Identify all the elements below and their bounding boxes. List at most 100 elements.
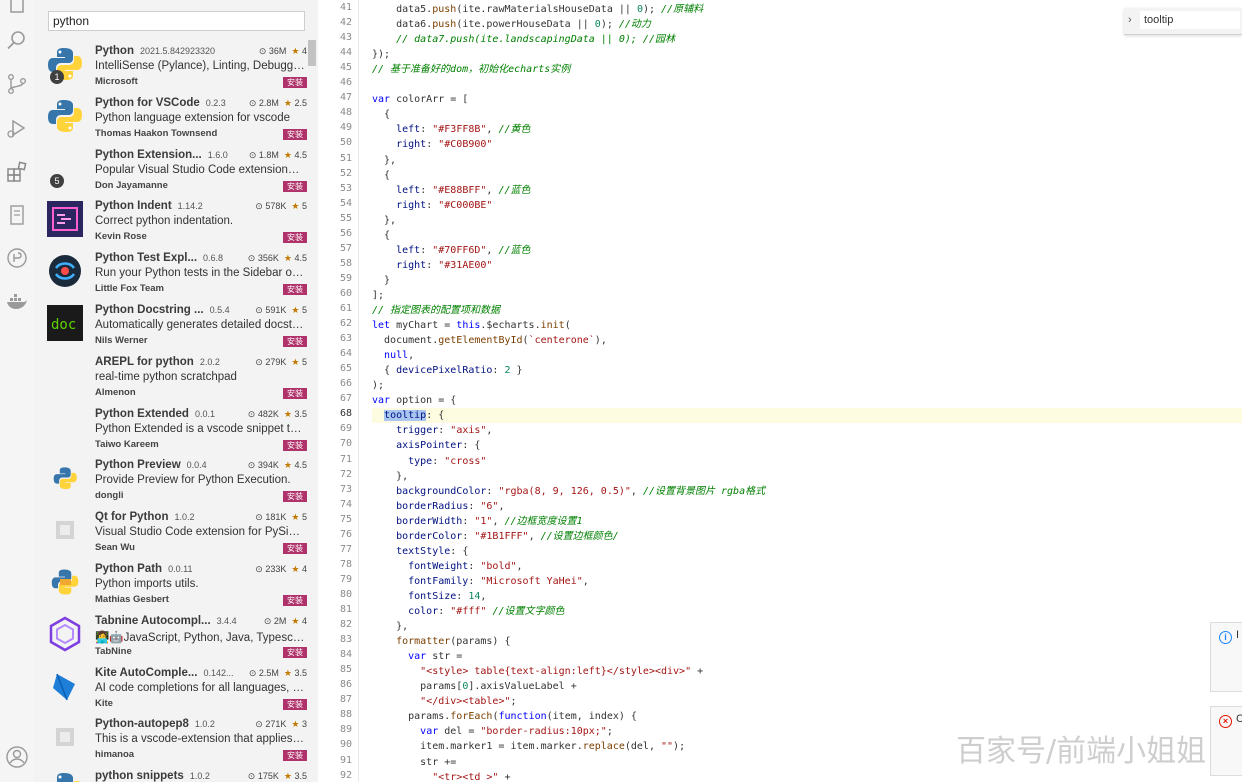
code-line[interactable]: textStyle: {: [372, 544, 468, 559]
code-line[interactable]: var str =: [372, 649, 462, 664]
code-line[interactable]: type: "cross": [372, 454, 486, 469]
install-button[interactable]: 安装: [283, 750, 307, 762]
extension-item[interactable]: 1 Python 2021.5.842923320 ⊙ 36M ★ 4 IntelliSe…: [34, 40, 310, 92]
extension-item[interactable]: Python Extended 0.0.1 ⊙ 482K ★ 3.5 Python Ex…: [34, 403, 310, 455]
sidebar-scrollbar[interactable]: [308, 40, 316, 66]
extension-item[interactable]: 5 Python Extension... 1.6.0 ⊙ 1.8M ★ 4.5 Popu…: [34, 144, 310, 196]
code-line[interactable]: });: [372, 47, 390, 62]
install-button[interactable]: 安装: [283, 387, 307, 399]
code-line[interactable]: fontSize: 14,: [372, 589, 486, 604]
extension-item[interactable]: Kite AutoComple... 0.142... ⊙ 2.5M ★ 3.5 AI …: [34, 662, 310, 714]
extension-item[interactable]: Python Path 0.0.11 ⊙ 233K ★ 4 Python imports…: [34, 558, 310, 610]
code-line[interactable]: borderColor: "#1B1FFF", //设置边框颜色/: [372, 529, 619, 544]
code-line[interactable]: formatter(params) {: [372, 634, 510, 649]
chevron-right-icon[interactable]: ›: [1128, 14, 1132, 26]
code-line[interactable]: );: [372, 378, 384, 393]
code-line[interactable]: {: [372, 168, 390, 183]
notebook-icon[interactable]: [5, 203, 29, 227]
install-button[interactable]: 安装: [283, 646, 307, 658]
search-icon[interactable]: [5, 28, 29, 52]
code-line[interactable]: borderWidth: "1", //边框宽度设置1: [372, 514, 582, 529]
code-line[interactable]: // 指定图表的配置项和数据: [372, 303, 500, 318]
extension-item[interactable]: doc Python Docstring ... 0.5.4 ⊙ 591K ★ 5 Aut…: [34, 299, 310, 351]
install-button[interactable]: 安装: [283, 543, 307, 555]
code-line[interactable]: var del = "border-radius:10px;";: [372, 724, 613, 739]
extension-item[interactable]: Python Indent 1.14.2 ⊙ 578K ★ 5 Correct pyth…: [34, 195, 310, 247]
install-button[interactable]: 安装: [283, 698, 307, 710]
code-line[interactable]: trigger: "axis",: [372, 423, 492, 438]
extensions-search-input[interactable]: python: [48, 11, 305, 31]
code-line[interactable]: },: [372, 619, 408, 634]
run-debug-icon[interactable]: [5, 116, 29, 140]
code-line[interactable]: left: "#E88BFF", //蓝色: [372, 183, 530, 198]
code-line[interactable]: right: "#C000BE": [372, 198, 492, 213]
code-line[interactable]: // 基于准备好的dom，初始化echarts实例: [372, 62, 570, 77]
extension-item[interactable]: python snippets 1.0.2 ⊙ 175K ★ 3.5: [34, 765, 310, 782]
code-line[interactable]: right: "#31AE00": [372, 258, 492, 273]
source-control-icon[interactable]: [5, 72, 29, 96]
install-button[interactable]: 安装: [283, 491, 307, 503]
code-line[interactable]: {: [372, 107, 390, 122]
extension-item[interactable]: Python-autopep8 1.0.2 ⊙ 271K ★ 3 This is a v…: [34, 713, 310, 765]
code-line[interactable]: data6.push(ite.powerHouseData || 0); //动…: [372, 17, 651, 32]
code-line[interactable]: },: [372, 213, 396, 228]
code-line[interactable]: item.marker1 = item.marker.replace(del, …: [372, 739, 685, 754]
extension-item[interactable]: Python for VSCode 0.2.3 ⊙ 2.8M ★ 2.5 Python …: [34, 92, 310, 144]
code-line[interactable]: var option = {: [372, 393, 456, 408]
account-icon[interactable]: [5, 745, 29, 769]
code-line[interactable]: tooltip: {: [372, 408, 1242, 424]
extension-item[interactable]: Python Test Expl... 0.6.8 ⊙ 356K ★ 4.5 Run y…: [34, 247, 310, 299]
code-line[interactable]: left: "#70FF6D", //蓝色: [372, 243, 530, 258]
code-line[interactable]: var colorArr = [: [372, 92, 468, 107]
extension-item[interactable]: Python Preview 0.0.4 ⊙ 394K ★ 4.5 Provide Pr…: [34, 454, 310, 506]
code-line[interactable]: data5.push(ite.rawMaterialsHouseData || …: [372, 2, 703, 17]
code-line[interactable]: right: "#C0B900": [372, 137, 492, 152]
install-button[interactable]: 安装: [283, 180, 307, 192]
code-line[interactable]: borderRadius: "6",: [372, 499, 504, 514]
code-line[interactable]: // data7.push(ite.landscapingData || 0);…: [372, 32, 675, 47]
code-line[interactable]: left: "#F3FF8B", //黄色: [372, 122, 530, 137]
code-editor[interactable]: 41 42 43 44 45 46 47 48 49 50 51 52 53 54 55 56 57 58 59 60…: [318, 0, 1242, 782]
extension-item[interactable]: Tabnine Autocompl... 3.4.4 ⊙ 2M ★ 4 👩‍💻🤖Java…: [34, 610, 310, 662]
code-line[interactable]: {: [372, 228, 390, 243]
code-line[interactable]: let myChart = this.$echarts.init(: [372, 318, 571, 333]
code-line[interactable]: "</div><table>";: [372, 694, 516, 709]
code-line[interactable]: ];: [372, 288, 384, 303]
install-button[interactable]: 安装: [283, 335, 307, 347]
code-line[interactable]: color: "#fff" //设置文字颜色: [372, 604, 564, 619]
info-notification[interactable]: i I: [1210, 622, 1242, 692]
code-line[interactable]: "<style> table{text-align:left}</style><…: [372, 664, 703, 679]
code-line[interactable]: "<tr><td >" +: [372, 770, 510, 782]
code-area[interactable]: data5.push(ite.rawMaterialsHouseData || …: [372, 0, 1242, 782]
install-button[interactable]: 安装: [283, 594, 307, 606]
install-button[interactable]: 安装: [283, 284, 307, 296]
code-line[interactable]: str +=: [372, 755, 456, 770]
extension-item[interactable]: Qt for Python 1.0.2 ⊙ 181K ★ 5 Visual Studio…: [34, 506, 310, 558]
code-line[interactable]: { devicePixelRatio: 2 }: [372, 363, 523, 378]
explorer-icon[interactable]: [5, 0, 29, 16]
code-line[interactable]: backgroundColor: "rgba(8, 9, 126, 0.5)",…: [372, 484, 765, 499]
code-line[interactable]: null,: [372, 348, 414, 363]
extensions-icon[interactable]: [5, 160, 29, 184]
code-line[interactable]: params.forEach(function(item, index) {: [372, 709, 637, 724]
code-line[interactable]: }: [372, 273, 390, 288]
install-button[interactable]: 安装: [283, 439, 307, 451]
code-line[interactable]: fontFamily: "Microsoft YaHei",: [372, 574, 589, 589]
extension-publisher: Mathias Gesbert: [95, 593, 169, 605]
code-line[interactable]: },: [372, 153, 396, 168]
code-line[interactable]: fontWeight: "bold",: [372, 559, 522, 574]
downloads-icon: ⊙: [255, 563, 263, 574]
install-button[interactable]: 安装: [283, 77, 307, 88]
find-widget[interactable]: › tooltip: [1124, 8, 1242, 35]
code-line[interactable]: document.getElementById(`centerone`),: [372, 333, 607, 348]
install-button[interactable]: 安装: [283, 128, 307, 140]
extension-item[interactable]: AREPL for python 2.0.2 ⊙ 279K ★ 5 real-time …: [34, 351, 310, 403]
error-notification[interactable]: × C: [1210, 706, 1242, 776]
find-input[interactable]: tooltip: [1140, 11, 1240, 29]
code-line[interactable]: params[0].axisValueLabel +: [372, 679, 577, 694]
install-button[interactable]: 安装: [283, 232, 307, 244]
remote-icon[interactable]: [5, 246, 29, 270]
code-line[interactable]: axisPointer: {: [372, 438, 480, 453]
code-line[interactable]: },: [372, 469, 408, 484]
docker-icon[interactable]: [5, 290, 29, 314]
